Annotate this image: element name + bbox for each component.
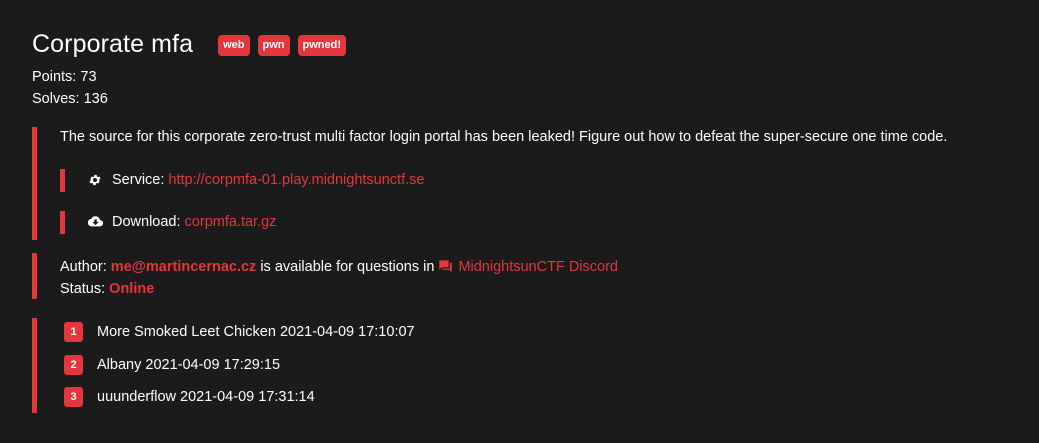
tag-pwned: pwned! [297,35,346,56]
author-block: Author: me@martincernac.cz is available … [60,256,618,300]
download-link[interactable]: corpmfa.tar.gz [185,214,277,230]
tag-pwn: pwn [257,35,290,56]
solver-team: Albany [97,357,142,373]
solver-time: 2021-04-09 17:29:15 [145,357,281,373]
solver-team: uuunderflow [97,389,176,405]
solver-row: 2 Albany 2021-04-09 17:29:15 [64,355,280,375]
service-bar [60,169,65,192]
solves-line: Solves: 136 [32,88,108,110]
challenge-title: Corporate mfa [32,30,194,58]
solvers-bar [32,318,37,413]
challenge-page: Corporate mfa web pwn pwned! Points: 73 … [0,0,1039,443]
points-line: Points: 73 [32,66,108,88]
service-line: Service: http://corpmfa-01.play.midnight… [88,172,424,188]
author-line: Author: me@martincernac.cz is available … [60,256,618,278]
description-bar [32,127,37,240]
author-label: Author: [60,259,107,275]
download-line: Download: corpmfa.tar.gz [87,214,277,230]
rank-badge: 1 [64,322,83,342]
points-label: Points: [32,69,77,85]
solves-value: 136 [83,91,108,107]
status-label: Status: [60,281,106,297]
points-value: 73 [80,69,97,85]
status-value: Online [109,281,155,297]
tag-web: web [218,35,250,56]
status-line: Status: Online [60,278,618,300]
author-bar [32,253,37,299]
solves-label: Solves: [32,91,80,107]
title-row: Corporate mfa web pwn pwned! [32,30,346,59]
download-bar [60,211,65,234]
solver-row: 1 More Smoked Leet Chicken 2021-04-09 17… [64,322,415,342]
discord-link[interactable]: MidnightsunCTF Discord [458,259,618,275]
rank-badge: 2 [64,355,83,375]
service-link[interactable]: http://corpmfa-01.play.midnightsunctf.se [168,172,424,188]
download-label: Download: [112,214,181,230]
challenge-meta: Points: 73 Solves: 136 [32,66,108,110]
chat-icon [438,258,453,273]
solver-team: More Smoked Leet Chicken [97,324,276,340]
challenge-description: The source for this corporate zero-trust… [60,129,948,145]
solver-time: 2021-04-09 17:31:14 [180,389,315,405]
service-label: Service: [112,172,165,188]
author-text: is available for questions in [260,259,435,275]
author-email-link[interactable]: me@martincernac.cz [111,259,257,275]
gear-icon [88,173,102,187]
solver-time: 2021-04-09 17:10:07 [279,324,415,340]
cloud-download-icon [87,215,104,229]
tag-list: web pwn pwned! [218,35,346,56]
solver-row: 3 uuunderflow 2021-04-09 17:31:14 [64,387,315,407]
rank-badge: 3 [64,387,83,407]
